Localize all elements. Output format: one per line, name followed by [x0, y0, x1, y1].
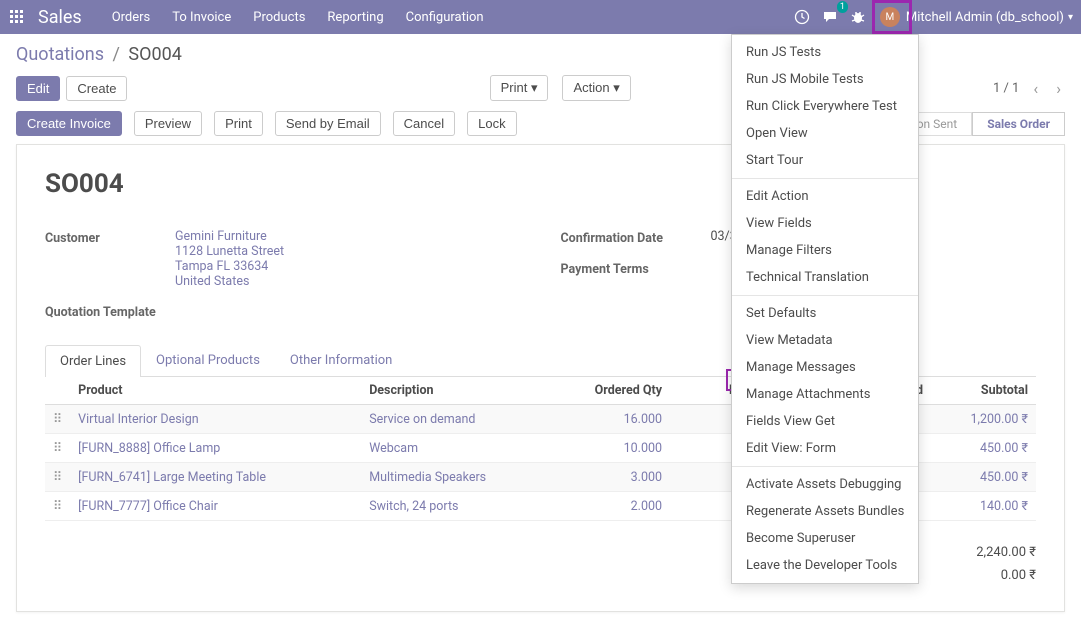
- cell-ordered: 16.000: [551, 405, 670, 434]
- confirmation-label: Confirmation Date: [561, 229, 711, 246]
- breadcrumb-root[interactable]: Quotations: [16, 44, 104, 65]
- divider: [732, 295, 918, 296]
- cell-subtotal: 1,200.00 ₹: [931, 405, 1036, 434]
- cell-subtotal: 450.00 ₹: [931, 434, 1036, 463]
- tab-other[interactable]: Other Information: [275, 344, 407, 376]
- caret-down-icon: ▾: [1068, 12, 1073, 23]
- payment-label: Payment Terms: [561, 260, 711, 277]
- app-brand[interactable]: Sales: [38, 7, 82, 28]
- lock-button[interactable]: Lock: [467, 111, 516, 136]
- breadcrumb-current: SO004: [128, 44, 181, 65]
- navbar: Sales Orders To Invoice Products Reporti…: [0, 0, 1081, 34]
- nav-orders[interactable]: Orders: [112, 10, 151, 25]
- cell-subtotal: 450.00 ₹: [931, 463, 1036, 492]
- nav-configuration[interactable]: Configuration: [406, 10, 484, 25]
- cell-product[interactable]: [FURN_8888] Office Lamp: [70, 434, 361, 463]
- pager-text: 1 / 1: [993, 81, 1019, 96]
- avatar-icon: M: [880, 7, 900, 27]
- drag-handle-icon[interactable]: ⠿: [45, 434, 70, 463]
- debug-dropdown: Run JS TestsRun JS Mobile TestsRun Click…: [731, 34, 919, 584]
- cell-ordered: 10.000: [551, 434, 670, 463]
- print-button[interactable]: Print ▾: [490, 75, 549, 101]
- debug-item-activate-assets-debugging[interactable]: Activate Assets Debugging: [732, 471, 918, 498]
- caret-down-icon: ▾: [613, 80, 620, 95]
- debug-item-edit-action[interactable]: Edit Action: [732, 183, 918, 210]
- debug-item-view-fields[interactable]: View Fields: [732, 210, 918, 237]
- debug-item-regenerate-assets-bundles[interactable]: Regenerate Assets Bundles: [732, 498, 918, 525]
- drag-handle-icon[interactable]: ⠿: [45, 463, 70, 492]
- debug-item-manage-messages[interactable]: Manage Messages: [732, 354, 918, 381]
- user-menu[interactable]: M Mitchell Admin (db_school) ▾: [880, 7, 1073, 27]
- status-sales-order[interactable]: Sales Order: [972, 112, 1065, 136]
- customer-value[interactable]: Gemini Furniture 1128 Lunetta Street Tam…: [175, 229, 521, 289]
- nav-reporting[interactable]: Reporting: [327, 10, 383, 25]
- cell-product[interactable]: Virtual Interior Design: [70, 405, 361, 434]
- cell-product[interactable]: [FURN_6741] Large Meeting Table: [70, 463, 361, 492]
- breadcrumb: Quotations / SO004: [16, 44, 182, 65]
- debug-item-view-metadata[interactable]: View Metadata: [732, 327, 918, 354]
- debug-item-leave-the-developer-tools[interactable]: Leave the Developer Tools: [732, 552, 918, 579]
- user-label: Mitchell Admin (db_school): [906, 10, 1064, 25]
- col-desc[interactable]: Description: [361, 377, 551, 405]
- apps-icon[interactable]: [8, 8, 26, 26]
- customer-label: Customer: [45, 229, 175, 246]
- print2-button[interactable]: Print: [214, 111, 263, 136]
- cell-desc[interactable]: Service on demand: [361, 405, 551, 434]
- debug-item-open-view[interactable]: Open View: [732, 120, 918, 147]
- debug-item-become-superuser[interactable]: Become Superuser: [732, 525, 918, 552]
- debug-item-set-defaults[interactable]: Set Defaults: [732, 300, 918, 327]
- col-product[interactable]: Product: [70, 377, 361, 405]
- debug-item-run-click-everywhere-test[interactable]: Run Click Everywhere Test: [732, 93, 918, 120]
- pager-next[interactable]: ›: [1052, 79, 1065, 98]
- cell-desc[interactable]: Switch, 24 ports: [361, 492, 551, 521]
- nav-to-invoice[interactable]: To Invoice: [172, 10, 231, 25]
- col-handle: [45, 377, 70, 405]
- debug-item-run-js-tests[interactable]: Run JS Tests: [732, 39, 918, 66]
- debug-item-manage-attachments[interactable]: Manage Attachments: [732, 381, 918, 408]
- edit-button[interactable]: Edit: [16, 76, 60, 101]
- drag-handle-icon[interactable]: ⠿: [45, 405, 70, 434]
- nav-products[interactable]: Products: [253, 10, 305, 25]
- divider: [732, 466, 918, 467]
- col-subtotal[interactable]: Subtotal: [931, 377, 1036, 405]
- cell-product[interactable]: [FURN_7777] Office Chair: [70, 492, 361, 521]
- divider: [732, 178, 918, 179]
- debug-item-run-js-mobile-tests[interactable]: Run JS Mobile Tests: [732, 66, 918, 93]
- debug-item-edit-view-form[interactable]: Edit View: Form: [732, 435, 918, 462]
- cell-desc[interactable]: Webcam: [361, 434, 551, 463]
- taxes-value: 0.00 ₹: [1001, 568, 1036, 583]
- drag-handle-icon[interactable]: ⠿: [45, 492, 70, 521]
- cancel-button[interactable]: Cancel: [393, 111, 455, 136]
- create-invoice-button[interactable]: Create Invoice: [16, 111, 122, 136]
- clock-icon[interactable]: [788, 3, 816, 31]
- cell-ordered: 2.000: [551, 492, 670, 521]
- debug-item-fields-view-get[interactable]: Fields View Get: [732, 408, 918, 435]
- tab-order-lines[interactable]: Order Lines: [45, 345, 141, 377]
- untaxed-value: 2,240.00 ₹: [976, 545, 1036, 560]
- cell-ordered: 3.000: [551, 463, 670, 492]
- caret-down-icon: ▾: [531, 80, 538, 95]
- send-email-button[interactable]: Send by Email: [275, 111, 381, 136]
- template-label: Quotation Template: [45, 303, 175, 320]
- debug-item-start-tour[interactable]: Start Tour: [732, 147, 918, 174]
- action-button[interactable]: Action ▾: [562, 75, 630, 101]
- breadcrumb-sep: /: [112, 44, 119, 65]
- debug-item-manage-filters[interactable]: Manage Filters: [732, 237, 918, 264]
- pager-prev[interactable]: ‹: [1029, 79, 1042, 98]
- debug-icon[interactable]: [844, 3, 872, 31]
- tab-optional[interactable]: Optional Products: [141, 344, 275, 376]
- cell-subtotal: 140.00 ₹: [931, 492, 1036, 521]
- col-ordered[interactable]: Ordered Qty: [551, 377, 670, 405]
- cell-desc[interactable]: Multimedia Speakers: [361, 463, 551, 492]
- create-button[interactable]: Create: [66, 76, 127, 101]
- messages-icon[interactable]: 1: [816, 3, 844, 31]
- preview-button[interactable]: Preview: [134, 111, 202, 136]
- debug-item-technical-translation[interactable]: Technical Translation: [732, 264, 918, 291]
